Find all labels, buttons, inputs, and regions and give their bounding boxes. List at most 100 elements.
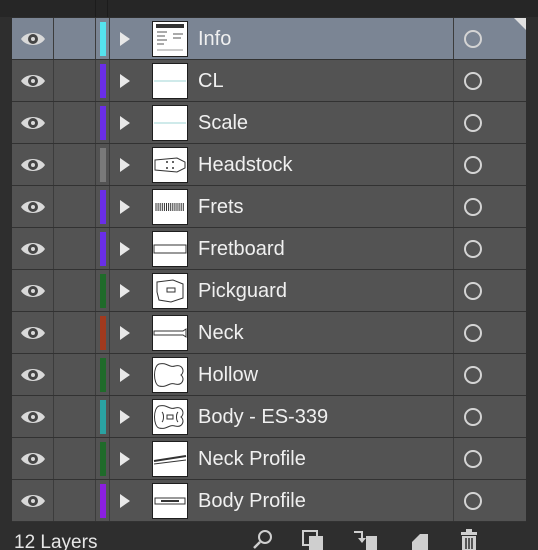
expand-layer-toggle[interactable]	[110, 102, 150, 143]
layer-color-swatch	[100, 274, 106, 308]
visibility-toggle[interactable]	[12, 18, 54, 59]
layer-name[interactable]: Fretboard	[198, 228, 285, 270]
target-circle-icon[interactable]	[464, 114, 482, 132]
layer-row[interactable]: Frets	[12, 186, 526, 228]
visibility-toggle[interactable]	[12, 270, 54, 311]
visibility-toggle[interactable]	[12, 312, 54, 353]
target-circle-icon[interactable]	[464, 408, 482, 426]
layer-count: 12 Layers	[14, 532, 98, 550]
visibility-toggle[interactable]	[12, 102, 54, 143]
visibility-toggle[interactable]	[12, 438, 54, 479]
layer-color-swatch	[100, 232, 106, 266]
layer-thumbnail-artwork	[154, 122, 186, 124]
selected-art-corner-icon	[514, 18, 526, 30]
layer-row[interactable]: Body Profile	[12, 480, 526, 522]
layer-thumbnail	[152, 63, 188, 99]
header-segment	[0, 0, 96, 17]
layer-thumbnail	[152, 483, 188, 519]
layer-row[interactable]: Neck	[12, 312, 526, 354]
layer-row[interactable]: Fretboard	[12, 228, 526, 270]
layer-row[interactable]: Body - ES-339	[12, 396, 526, 438]
layer-thumbnail	[152, 21, 188, 57]
lock-toggle[interactable]	[54, 102, 96, 143]
make-clipping-mask-icon[interactable]	[300, 528, 326, 550]
layer-name[interactable]: Body Profile	[198, 480, 306, 522]
disclosure-triangle-icon	[120, 452, 130, 466]
visibility-toggle[interactable]	[12, 186, 54, 227]
disclosure-triangle-icon	[120, 368, 130, 382]
target-circle-icon[interactable]	[464, 450, 482, 468]
expand-layer-toggle[interactable]	[110, 18, 150, 59]
expand-layer-toggle[interactable]	[110, 480, 150, 521]
lock-toggle[interactable]	[54, 396, 96, 437]
lock-toggle[interactable]	[54, 480, 96, 521]
locate-object-icon[interactable]	[250, 528, 276, 550]
lock-toggle[interactable]	[54, 228, 96, 269]
lock-toggle[interactable]	[54, 18, 96, 59]
visibility-toggle[interactable]	[12, 144, 54, 185]
visibility-toggle[interactable]	[12, 480, 54, 521]
layer-row[interactable]: Hollow	[12, 354, 526, 396]
expand-layer-toggle[interactable]	[110, 228, 150, 269]
target-circle-icon[interactable]	[464, 366, 482, 384]
layer-row[interactable]: Headstock	[12, 144, 526, 186]
lock-toggle[interactable]	[54, 438, 96, 479]
expand-layer-toggle[interactable]	[110, 144, 150, 185]
create-layer-icon[interactable]	[406, 528, 432, 550]
layer-name[interactable]: Info	[198, 18, 231, 60]
visibility-toggle[interactable]	[12, 354, 54, 395]
disclosure-triangle-icon	[120, 200, 130, 214]
layer-row[interactable]: CL	[12, 60, 526, 102]
layer-row[interactable]: Neck Profile	[12, 438, 526, 480]
expand-layer-toggle[interactable]	[110, 396, 150, 437]
layer-name[interactable]: CL	[198, 60, 224, 102]
target-circle-icon[interactable]	[464, 30, 482, 48]
lock-toggle[interactable]	[54, 312, 96, 353]
delete-layer-icon[interactable]	[456, 528, 482, 550]
target-circle-icon[interactable]	[464, 492, 482, 510]
layer-name[interactable]: Body - ES-339	[198, 396, 328, 438]
expand-layer-toggle[interactable]	[110, 438, 150, 479]
layer-thumbnail	[152, 105, 188, 141]
expand-layer-toggle[interactable]	[110, 60, 150, 101]
layer-color-swatch	[100, 484, 106, 518]
create-sublayer-icon[interactable]	[352, 528, 378, 550]
expand-layer-toggle[interactable]	[110, 354, 150, 395]
visibility-toggle[interactable]	[12, 396, 54, 437]
target-circle-icon[interactable]	[464, 324, 482, 342]
layer-name[interactable]: Hollow	[198, 354, 258, 396]
layer-name[interactable]: Pickguard	[198, 270, 287, 312]
target-circle-icon[interactable]	[464, 240, 482, 258]
layer-name[interactable]: Scale	[198, 102, 248, 144]
layer-row[interactable]: Info	[12, 18, 526, 60]
eye-icon	[21, 159, 45, 171]
layer-name[interactable]: Frets	[198, 186, 244, 228]
visibility-toggle[interactable]	[12, 60, 54, 101]
eye-icon	[21, 285, 45, 297]
expand-layer-toggle[interactable]	[110, 270, 150, 311]
lock-toggle[interactable]	[54, 60, 96, 101]
eye-icon	[21, 75, 45, 87]
layer-thumbnail-artwork	[154, 497, 186, 505]
layer-name[interactable]: Neck Profile	[198, 438, 306, 480]
lock-toggle[interactable]	[54, 270, 96, 311]
visibility-toggle[interactable]	[12, 228, 54, 269]
target-circle-icon[interactable]	[464, 156, 482, 174]
lock-toggle[interactable]	[54, 186, 96, 227]
expand-layer-toggle[interactable]	[110, 186, 150, 227]
header-segment	[96, 0, 108, 17]
lock-toggle[interactable]	[54, 144, 96, 185]
target-circle-icon[interactable]	[464, 72, 482, 90]
expand-layer-toggle[interactable]	[110, 312, 150, 353]
layer-color-column	[96, 144, 110, 185]
layer-thumbnail	[152, 357, 188, 393]
layer-row[interactable]: Pickguard	[12, 270, 526, 312]
panel-header-strip	[0, 0, 538, 17]
layer-name[interactable]: Headstock	[198, 144, 293, 186]
lock-toggle[interactable]	[54, 354, 96, 395]
target-circle-icon[interactable]	[464, 282, 482, 300]
layer-row[interactable]: Scale	[12, 102, 526, 144]
layer-name[interactable]: Neck	[198, 312, 244, 354]
panel-footer: 12 Layers	[0, 522, 538, 550]
target-circle-icon[interactable]	[464, 198, 482, 216]
